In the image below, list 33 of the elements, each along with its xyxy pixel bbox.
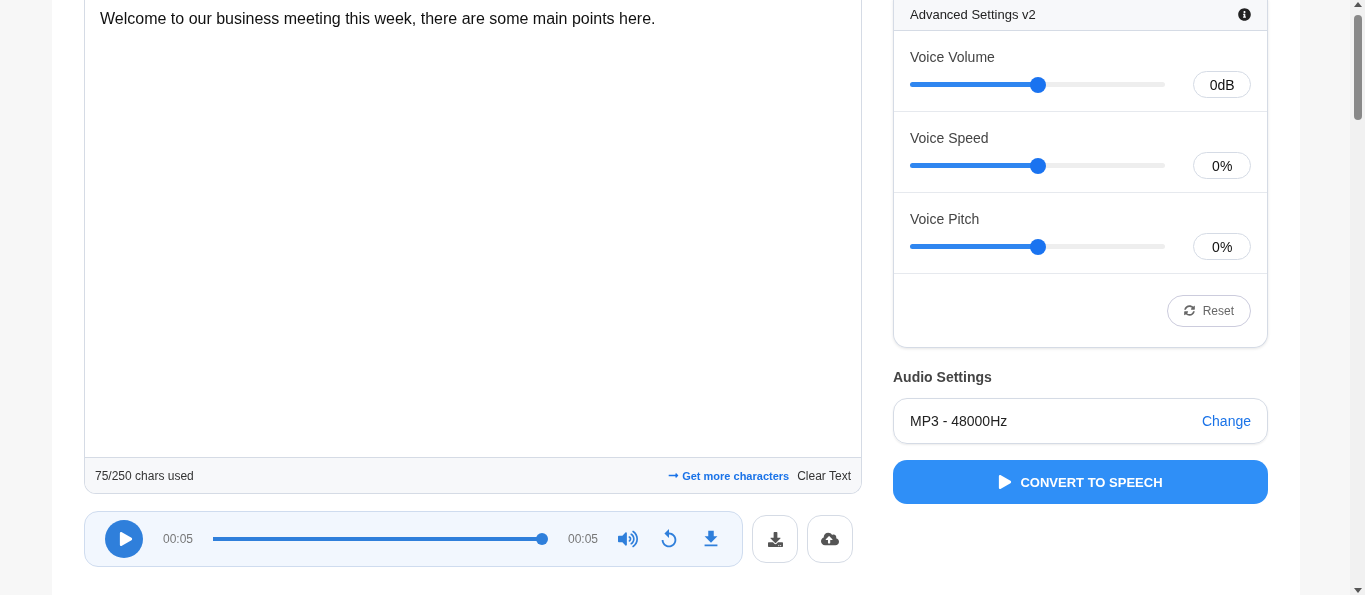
scrollbar[interactable]	[1350, 0, 1365, 595]
play-icon	[118, 532, 133, 546]
cloud-upload-icon	[821, 530, 839, 548]
slider-thumb[interactable]	[1029, 238, 1046, 255]
download-button[interactable]	[752, 515, 798, 563]
info-icon[interactable]	[1238, 8, 1251, 21]
editor-text: Welcome to our business meeting this week, there are some main points here.	[99, 9, 657, 29]
char-usage: 75/250 chars used	[95, 468, 195, 483]
reset-button[interactable]: Reset	[1166, 294, 1251, 327]
play-icon	[998, 475, 1013, 489]
progress-thumb[interactable]	[535, 533, 548, 545]
refresh-icon	[1183, 305, 1195, 316]
slider-thumb[interactable]	[1029, 76, 1046, 93]
play-button[interactable]	[105, 520, 143, 558]
audio-settings-heading: Audio Settings	[893, 369, 993, 385]
duration-time: 00:05	[567, 532, 598, 546]
arrow-right-icon	[668, 470, 680, 481]
text-editor[interactable]: Welcome to our business meeting this week, there are some main points here. 75/250 chars used Get more characters Clear Text	[84, 0, 862, 494]
slider-label: Voice Pitch	[910, 211, 981, 227]
slider-label: Voice Speed	[910, 130, 990, 146]
slider-thumb[interactable]	[1029, 157, 1046, 174]
download-icon	[767, 531, 783, 547]
panel-title: Advanced Settings v2	[910, 7, 1036, 22]
elapsed-time: 00:05	[163, 532, 194, 546]
slider-label: Voice Volume	[910, 49, 996, 65]
clear-text-button[interactable]: Clear Text	[797, 468, 851, 483]
get-more-link[interactable]: Get more characters	[668, 469, 790, 482]
cloud-upload-button[interactable]	[807, 515, 853, 563]
progress-slider[interactable]	[213, 533, 548, 545]
volume-icon[interactable]	[618, 529, 638, 549]
change-link[interactable]: Change	[1201, 413, 1251, 429]
convert-button[interactable]: CONVERT TO SPEECH	[893, 460, 1268, 504]
audio-format: MP3 - 48000Hz	[910, 413, 1008, 429]
